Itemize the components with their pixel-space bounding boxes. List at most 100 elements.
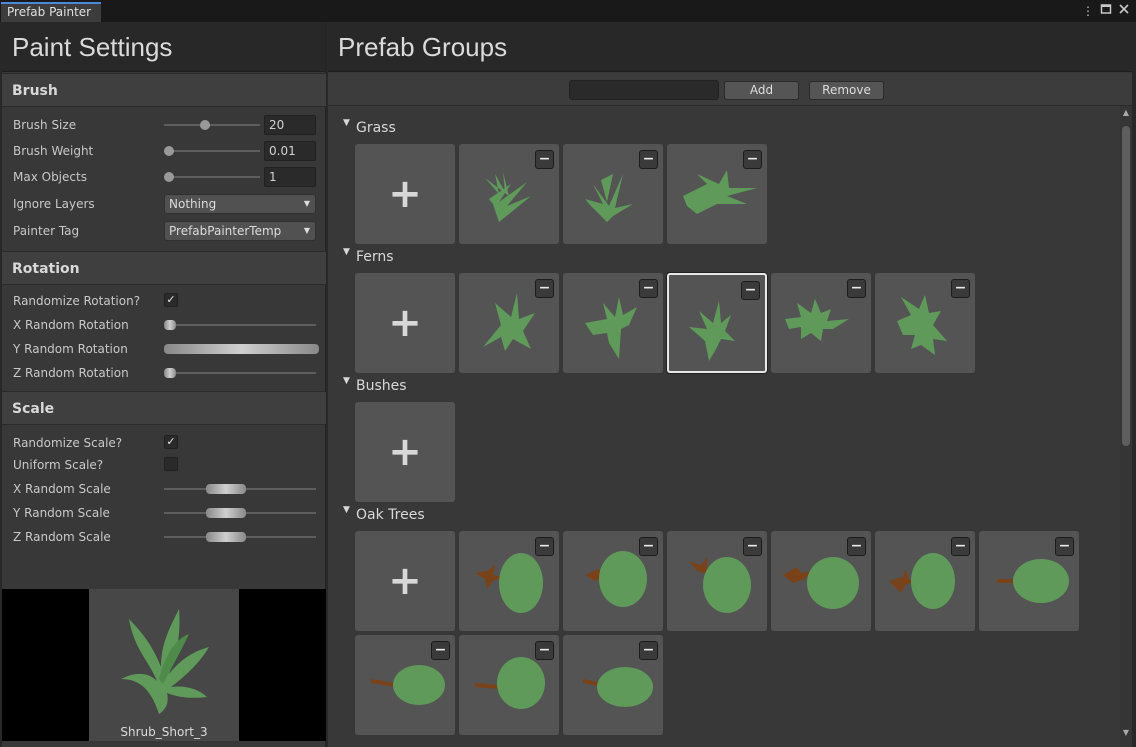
z-random-scale-label: Z Random Scale — [13, 530, 111, 544]
brush-size-slider[interactable] — [164, 120, 260, 130]
prefab-slot[interactable]: − — [459, 531, 559, 631]
brush-weight-field[interactable]: 0.01 — [264, 141, 316, 161]
brush-section-header[interactable]: Brush — [2, 73, 326, 107]
prefab-slot[interactable]: − — [979, 531, 1079, 631]
scroll-down-arrow-icon[interactable]: ▼ — [1120, 728, 1132, 737]
brush-size-slider-thumb[interactable] — [200, 120, 211, 130]
group-name-input[interactable] — [569, 80, 719, 100]
y-rotation-range-handle[interactable] — [164, 344, 319, 354]
preview-image-box: Shrub_Short_3 — [89, 589, 239, 741]
add-prefab-button[interactable]: + — [355, 273, 455, 373]
x-random-scale-label: X Random Scale — [13, 482, 111, 496]
x-rotation-range-handle[interactable] — [164, 320, 176, 330]
add-prefab-button[interactable]: + — [355, 144, 455, 244]
prefab-slot[interactable]: − — [563, 531, 663, 631]
x-scale-range-handle[interactable] — [206, 484, 246, 494]
painter-tag-dropdown[interactable]: PrefabPainterTemp ▼ — [164, 221, 316, 241]
window-tab[interactable]: Prefab Painter — [1, 2, 101, 22]
tab-bar: Prefab Painter ⋮ — [0, 0, 1136, 22]
foldout-arrow-icon: ▼ — [343, 505, 350, 515]
minus-icon[interactable]: − — [535, 279, 554, 298]
z-scale-range-handle[interactable] — [206, 532, 246, 542]
z-rotation-range-handle[interactable] — [164, 368, 176, 378]
uniform-scale-checkbox[interactable] — [164, 457, 178, 471]
close-icon[interactable] — [1116, 3, 1132, 19]
minus-icon[interactable]: − — [951, 537, 970, 556]
ignore-layers-dropdown[interactable]: Nothing ▼ — [164, 194, 316, 214]
minus-icon[interactable]: − — [847, 537, 866, 556]
add-group-button[interactable]: Add — [724, 81, 799, 100]
minus-icon[interactable]: − — [535, 150, 554, 169]
scroll-up-arrow-icon[interactable]: ▲ — [1120, 108, 1132, 117]
plus-icon: + — [388, 300, 422, 346]
prefab-slot[interactable]: − — [771, 531, 871, 631]
add-prefab-button[interactable]: + — [355, 402, 455, 502]
z-random-scale-range[interactable] — [164, 532, 316, 542]
minus-icon[interactable]: − — [639, 279, 658, 298]
minus-icon[interactable]: − — [743, 150, 762, 169]
prefab-slot-selected[interactable]: − — [667, 273, 767, 373]
plus-icon: + — [388, 558, 422, 604]
z-random-rotation-range[interactable] — [164, 368, 316, 378]
minus-icon[interactable]: − — [639, 641, 658, 660]
kebab-menu-icon[interactable]: ⋮ — [1080, 3, 1096, 19]
x-random-rotation-label: X Random Rotation — [13, 318, 129, 332]
rotation-section-header[interactable]: Rotation — [2, 251, 326, 285]
prefab-slot[interactable]: − — [459, 273, 559, 373]
y-random-scale-label: Y Random Scale — [13, 506, 110, 520]
prefab-slot[interactable]: − — [563, 635, 663, 735]
minus-icon[interactable]: − — [535, 537, 554, 556]
minus-icon[interactable]: − — [639, 537, 658, 556]
minus-icon[interactable]: − — [1055, 537, 1074, 556]
brush-weight-slider-thumb[interactable] — [164, 146, 174, 156]
add-prefab-button[interactable]: + — [355, 531, 455, 631]
brush-size-field[interactable]: 20 — [264, 115, 316, 135]
x-random-rotation-range[interactable] — [164, 320, 316, 330]
randomize-scale-checkbox[interactable]: ✓ — [164, 435, 178, 449]
prefab-slot[interactable]: − — [563, 273, 663, 373]
group-header-bushes[interactable]: ▼ Bushes — [343, 376, 407, 394]
prefab-slot[interactable]: − — [563, 144, 663, 244]
preview-prefab-name: Shrub_Short_3 — [120, 725, 208, 739]
minus-icon[interactable]: − — [743, 537, 762, 556]
prefab-slot[interactable]: − — [875, 531, 975, 631]
group-header-oak-trees[interactable]: ▼ Oak Trees — [343, 505, 425, 523]
remove-group-button[interactable]: Remove — [809, 81, 884, 100]
group-header-ferns[interactable]: ▼ Ferns — [343, 247, 394, 265]
max-objects-slider[interactable] — [164, 172, 260, 182]
prefab-painter-window: Prefab Painter ⋮ Paint Settings Brush Br… — [0, 0, 1136, 747]
brush-weight-slider[interactable] — [164, 146, 260, 156]
minus-icon[interactable]: − — [431, 641, 450, 660]
prefab-groups-panel: Prefab Groups Add Remove ▼ Grass + − − −… — [328, 22, 1132, 747]
y-random-rotation-range[interactable] — [164, 344, 319, 354]
max-objects-field[interactable]: 1 — [264, 167, 316, 187]
plus-icon: + — [388, 429, 422, 475]
ignore-layers-label: Ignore Layers — [13, 197, 95, 211]
prefab-slot[interactable]: − — [875, 273, 975, 373]
y-scale-range-handle[interactable] — [206, 508, 246, 518]
uniform-scale-label: Uniform Scale? — [13, 458, 104, 472]
group-name: Ferns — [356, 249, 394, 265]
x-random-scale-range[interactable] — [164, 484, 316, 494]
prefab-slot[interactable]: − — [355, 635, 455, 735]
prefab-slot[interactable]: − — [771, 273, 871, 373]
prefab-slot[interactable]: − — [459, 144, 559, 244]
minus-icon[interactable]: − — [535, 641, 554, 660]
randomize-rotation-checkbox[interactable]: ✓ — [164, 293, 178, 307]
prefab-slot[interactable]: − — [667, 531, 767, 631]
minus-icon[interactable]: − — [741, 281, 760, 300]
prefab-slot[interactable]: − — [667, 144, 767, 244]
randomize-rotation-label: Randomize Rotation? — [13, 294, 141, 308]
paint-settings-title: Paint Settings — [2, 22, 325, 72]
maximize-icon[interactable] — [1098, 3, 1114, 19]
minus-icon[interactable]: − — [847, 279, 866, 298]
scale-section-header[interactable]: Scale — [2, 391, 326, 425]
max-objects-label: Max Objects — [13, 170, 87, 184]
group-header-grass[interactable]: ▼ Grass — [343, 118, 396, 136]
scrollbar-thumb[interactable] — [1122, 126, 1130, 446]
minus-icon[interactable]: − — [639, 150, 658, 169]
y-random-scale-range[interactable] — [164, 508, 316, 518]
max-objects-slider-thumb[interactable] — [164, 172, 174, 182]
minus-icon[interactable]: − — [951, 279, 970, 298]
prefab-slot[interactable]: − — [459, 635, 559, 735]
